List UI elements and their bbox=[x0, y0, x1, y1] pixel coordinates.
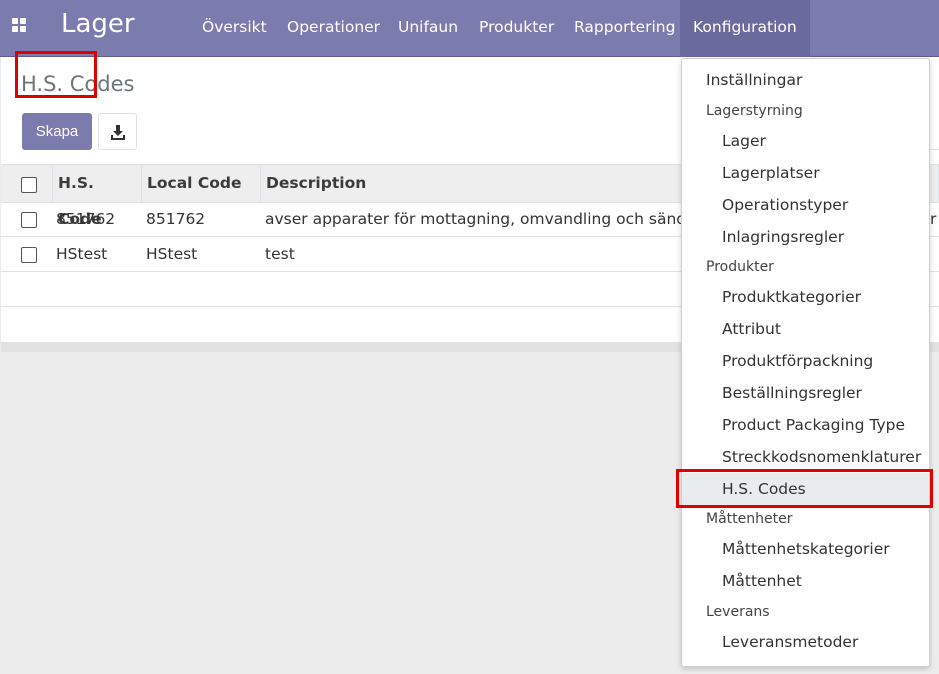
hs-codes-highlight bbox=[676, 469, 933, 508]
dropdown-item-lagerplatser[interactable]: Lagerplatser bbox=[682, 157, 929, 189]
cell-local-code: HStest bbox=[146, 245, 198, 263]
app-brand[interactable]: Lager bbox=[61, 9, 135, 39]
menu-produkter[interactable]: Produkter bbox=[479, 0, 554, 57]
menu-operationer[interactable]: Operationer bbox=[287, 0, 380, 57]
menu-konfiguration[interactable]: Konfiguration bbox=[680, 0, 810, 57]
cell-local-code: 851762 bbox=[146, 210, 206, 228]
download-icon bbox=[111, 125, 125, 140]
menu-rapportering[interactable]: Rapportering bbox=[574, 0, 675, 57]
dropdown-header-mattenheter: Måttenheter bbox=[706, 511, 793, 527]
dropdown-item-produktkategorier[interactable]: Produktkategorier bbox=[682, 281, 929, 313]
create-button-highlight bbox=[15, 51, 97, 98]
dropdown-item-bestallningsregler[interactable]: Beställningsregler bbox=[682, 377, 929, 409]
dropdown-item-lager[interactable]: Lager bbox=[682, 125, 929, 157]
dropdown-item-produktforpackning[interactable]: Produktförpackning bbox=[682, 345, 929, 377]
cell-description: test bbox=[265, 245, 295, 263]
cell-hs-code: HStest bbox=[56, 245, 108, 263]
download-button[interactable] bbox=[98, 113, 137, 150]
dropdown-item-product-packaging-type[interactable]: Product Packaging Type bbox=[682, 409, 929, 441]
dropdown-item-inlagringsregler[interactable]: Inlagringsregler bbox=[682, 221, 929, 253]
cell-hs-code: 851762 bbox=[56, 210, 116, 228]
dropdown-item-mattenhetskategorier[interactable]: Måttenhetskategorier bbox=[682, 533, 929, 565]
dropdown-item-attribut[interactable]: Attribut bbox=[682, 313, 929, 345]
column-hs-code[interactable]: H.S. Code bbox=[52, 165, 142, 228]
menu-unifaun[interactable]: Unifaun bbox=[398, 0, 458, 57]
dropdown-header-leverans: Leverans bbox=[706, 604, 770, 620]
top-navbar: Lager Översikt Operationer Unifaun Produ… bbox=[0, 0, 939, 57]
row-checkbox[interactable] bbox=[21, 247, 37, 263]
menu-oversikt[interactable]: Översikt bbox=[202, 0, 267, 57]
cell-description: avser apparater för mottagning, omvandli… bbox=[265, 210, 720, 228]
row-checkbox[interactable] bbox=[21, 212, 37, 228]
dropdown-header-produkter: Produkter bbox=[706, 259, 774, 275]
dropdown-item-operationstyper[interactable]: Operationstyper bbox=[682, 189, 929, 221]
create-button[interactable]: Skapa bbox=[22, 113, 92, 150]
configuration-dropdown: Inställningar Lagerstyrning Lager Lagerp… bbox=[681, 58, 930, 667]
control-panel-edge bbox=[930, 58, 939, 348]
dropdown-item-leveransmetoder[interactable]: Leveransmetoder bbox=[682, 626, 929, 658]
dropdown-item-mattenhet[interactable]: Måttenhet bbox=[682, 565, 929, 597]
dropdown-item-installningar[interactable]: Inställningar bbox=[682, 64, 929, 96]
select-all-checkbox[interactable] bbox=[21, 177, 37, 193]
column-local-code[interactable]: Local Code bbox=[142, 165, 261, 203]
dropdown-header-lagerstyrning: Lagerstyrning bbox=[706, 103, 803, 119]
apps-grid-icon[interactable] bbox=[12, 18, 28, 34]
